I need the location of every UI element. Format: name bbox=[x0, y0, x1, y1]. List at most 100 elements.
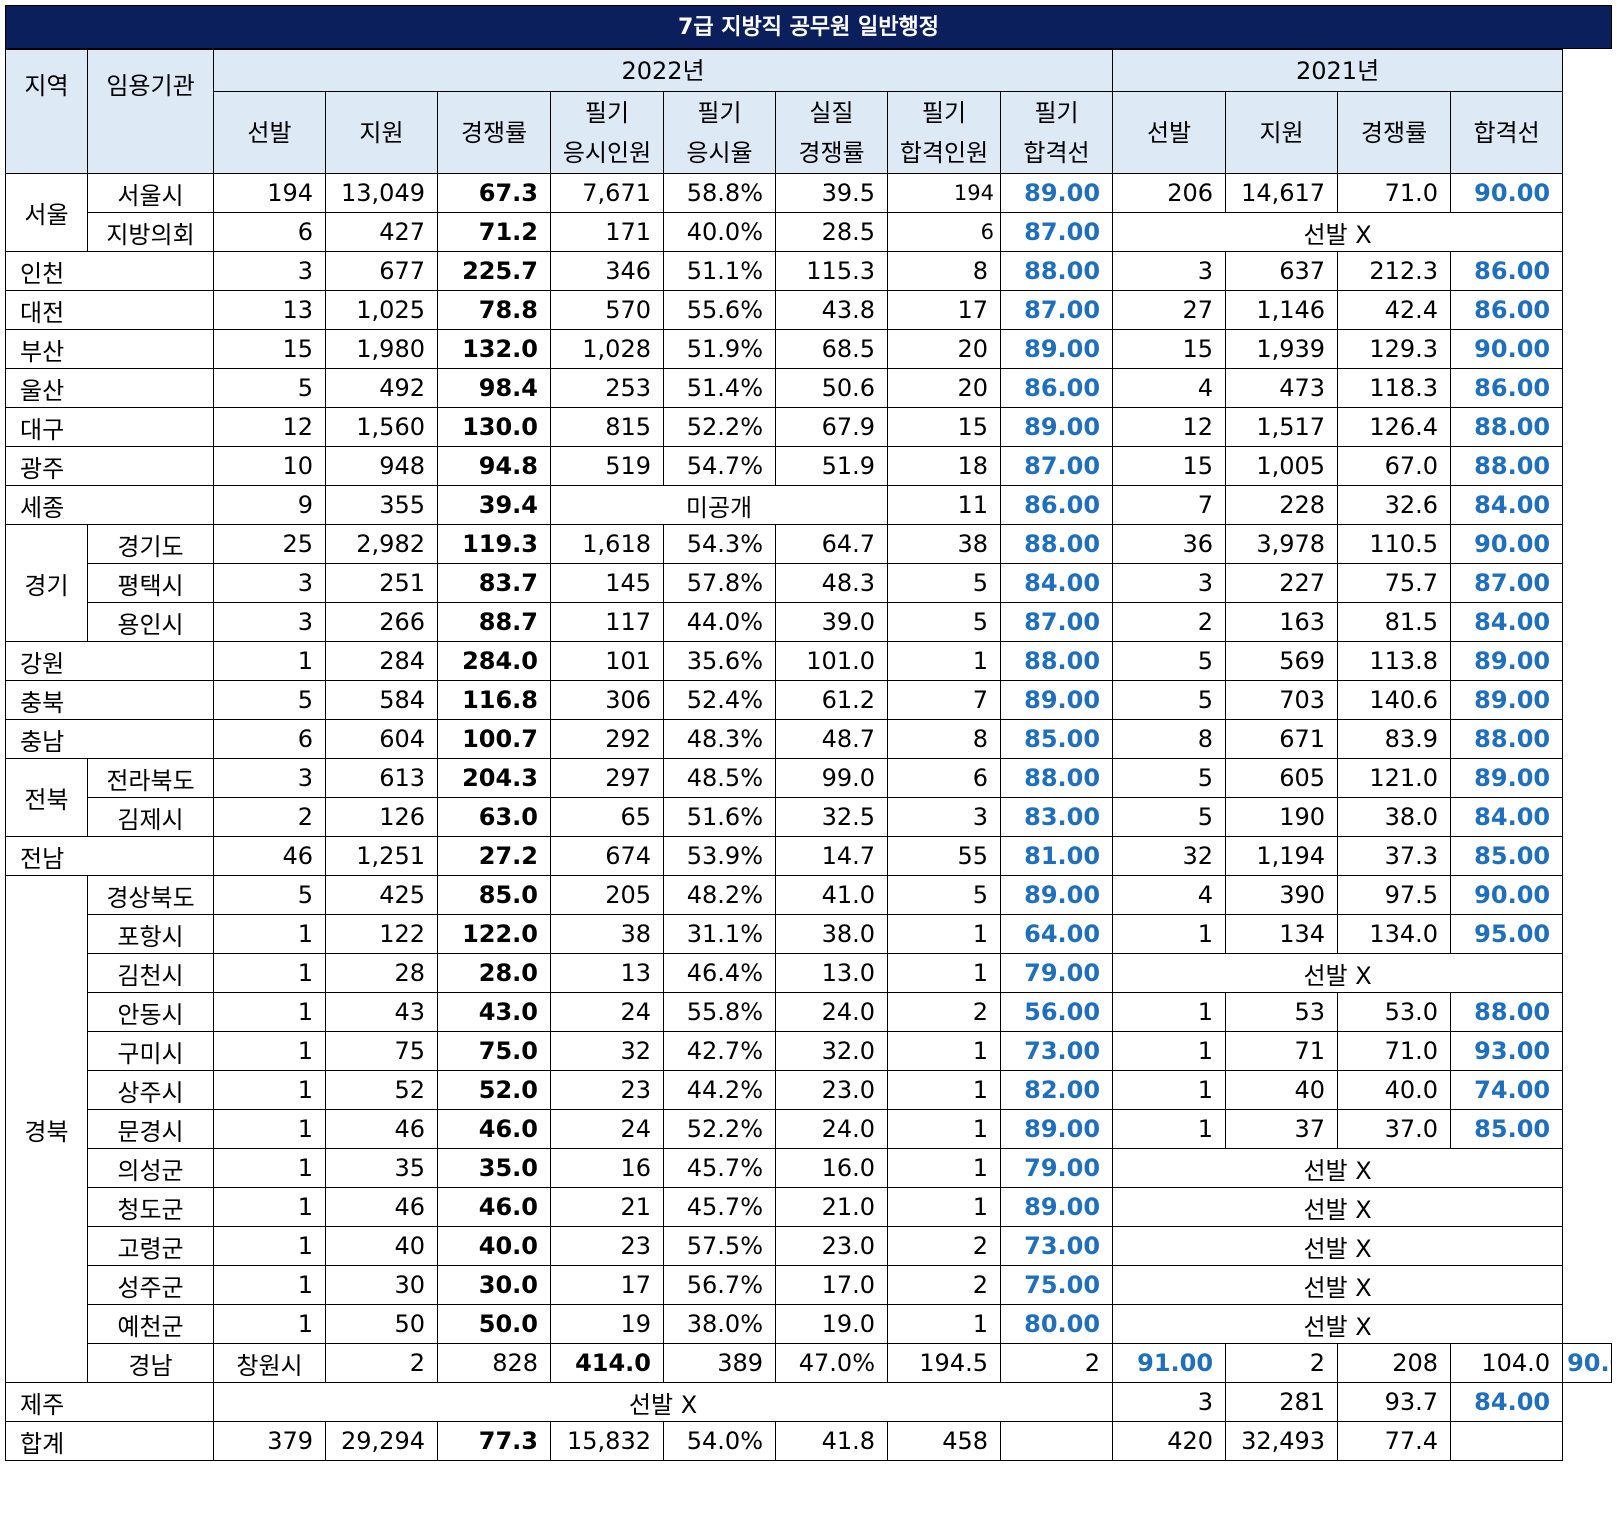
cut-score-cell: 88.00 bbox=[999, 251, 1114, 291]
ratio-cell: 225.7 bbox=[437, 251, 551, 291]
ratio-2021-cell: 104.0 bbox=[1450, 1343, 1564, 1383]
agency-cell: 안동시 bbox=[87, 992, 214, 1032]
rate-cell: 45.7% bbox=[663, 1148, 776, 1188]
ratio-2021-cell: 93.7 bbox=[1337, 1382, 1452, 1422]
pass-count-cell: 1 bbox=[887, 1109, 1001, 1149]
ratio-cell: 284.0 bbox=[437, 641, 551, 681]
pass-count-cell: 6 bbox=[887, 212, 1001, 252]
ratio-cell: 98.4 bbox=[437, 368, 551, 408]
apply-cell: 425 bbox=[325, 875, 438, 915]
cut-score-cell bbox=[999, 1421, 1114, 1461]
ratio-cell: 414.0 bbox=[550, 1343, 664, 1383]
rate-cell: 55.8% bbox=[663, 992, 776, 1032]
region-cell: 대전 bbox=[5, 290, 214, 330]
apply-cell: 584 bbox=[325, 680, 438, 720]
cut-score-2021-cell: 89.00 bbox=[1450, 680, 1564, 720]
table-row: 상주시 1 52 52.0 23 44.2% 23.0 1 82.00 1 40 40.0 74.00 bbox=[6, 1070, 1612, 1110]
region-cell: 울산 bbox=[5, 368, 214, 408]
apply-cell: 1,251 bbox=[325, 836, 438, 876]
ratio-2021-cell: 53.0 bbox=[1337, 992, 1452, 1032]
rate-cell: 51.9% bbox=[663, 329, 776, 369]
apply-2021-cell: 1,517 bbox=[1225, 407, 1339, 447]
agency-cell: 지방의회 bbox=[87, 212, 214, 252]
agency-cell: 창원시 bbox=[213, 1343, 326, 1383]
select-2021-cell: 5 bbox=[1112, 680, 1227, 720]
apply-2021-cell: 3,978 bbox=[1225, 524, 1339, 564]
apply-2021-cell: 208 bbox=[1337, 1343, 1452, 1383]
apply-2021-cell: 473 bbox=[1225, 368, 1339, 408]
apply-cell: 284 bbox=[325, 641, 438, 681]
select-2021-cell: 1 bbox=[1112, 914, 1227, 954]
real-ratio-cell: 32.5 bbox=[775, 797, 888, 837]
rate-cell: 54.7% bbox=[663, 446, 776, 486]
select-2021-cell: 8 bbox=[1112, 719, 1227, 759]
cut-score-cell: 88.00 bbox=[999, 524, 1114, 564]
cut-score-cell: 82.00 bbox=[999, 1070, 1114, 1110]
header-real-line2: 경쟁률 bbox=[798, 138, 865, 167]
rate-cell: 44.0% bbox=[663, 602, 776, 642]
header-real: 실질 경쟁률 bbox=[775, 91, 888, 174]
pass-count-cell: 8 bbox=[887, 251, 1001, 291]
select-2021-cell: 7 bbox=[1112, 485, 1227, 525]
ratio-2021-cell: 38.0 bbox=[1337, 797, 1452, 837]
select-2021-cell: 12 bbox=[1112, 407, 1227, 447]
agency-cell: 김천시 bbox=[87, 953, 214, 993]
takers-cell: 519 bbox=[550, 446, 664, 486]
rate-cell: 56.7% bbox=[663, 1265, 776, 1305]
pass-count-cell: 1 bbox=[887, 1031, 1001, 1071]
pass-count-cell: 1 bbox=[887, 914, 1001, 954]
header-rate-line2: 응시율 bbox=[686, 138, 753, 167]
select-2021-cell: 36 bbox=[1112, 524, 1227, 564]
apply-2021-cell: 40 bbox=[1225, 1070, 1339, 1110]
select-2021-cell: 420 bbox=[1112, 1421, 1227, 1461]
select-cell: 2 bbox=[325, 1343, 438, 1383]
no-selection-2021-cell: 선발 X bbox=[1112, 1148, 1564, 1188]
agency-cell: 포항시 bbox=[87, 914, 214, 954]
rate-cell: 40.0% bbox=[663, 212, 776, 252]
no-selection-2021-cell: 선발 X bbox=[1112, 1187, 1564, 1227]
pass-count-cell: 2 bbox=[999, 1343, 1114, 1383]
table-row: 강원 1 284 284.0 101 35.6% 101.0 1 88.00 5 569 113.8 8… bbox=[5, 641, 1612, 681]
agency-cell: 구미시 bbox=[87, 1031, 214, 1071]
agency-cell: 김제시 bbox=[87, 797, 214, 837]
real-ratio-cell: 101.0 bbox=[775, 641, 888, 681]
cut-score-2021-cell: 74.00 bbox=[1450, 1070, 1564, 1110]
region-cell: 인천 bbox=[5, 251, 214, 291]
select-cell: 3 bbox=[213, 251, 326, 291]
real-ratio-cell: 16.0 bbox=[775, 1148, 888, 1188]
takers-cell: 297 bbox=[550, 758, 664, 798]
rate-cell: 54.3% bbox=[663, 524, 776, 564]
pass-count-cell: 194 bbox=[887, 173, 1001, 213]
ratio-cell: 30.0 bbox=[437, 1265, 551, 1305]
rate-cell: 57.8% bbox=[663, 563, 776, 603]
ratio-cell: 63.0 bbox=[437, 797, 551, 837]
ratio-2021-cell: 129.3 bbox=[1337, 329, 1452, 369]
takers-cell: 38 bbox=[550, 914, 664, 954]
cut-score-2021-cell: 88.00 bbox=[1450, 719, 1564, 759]
ratio-cell: 94.8 bbox=[437, 446, 551, 486]
takers-cell: 16 bbox=[550, 1148, 664, 1188]
cut-score-2021-cell: 88.00 bbox=[1450, 446, 1564, 486]
select-cell: 1 bbox=[213, 914, 326, 954]
cut-score-cell: 85.00 bbox=[999, 719, 1114, 759]
apply-2021-cell: 1,194 bbox=[1225, 836, 1339, 876]
header-select: 선발 bbox=[213, 91, 326, 174]
table-row: 경기 경기도 25 2,982 119.3 1,618 54.3% 64.7 38 88.00 36… bbox=[5, 524, 1612, 642]
takers-cell: 346 bbox=[550, 251, 664, 291]
ratio-2021-cell: 110.5 bbox=[1337, 524, 1452, 564]
rate-cell: 38.0% bbox=[663, 1304, 776, 1344]
select-2021-cell: 5 bbox=[1112, 641, 1227, 681]
select-2021-cell: 1 bbox=[1112, 1031, 1227, 1071]
no-selection-2021-cell: 선발 X bbox=[1112, 212, 1564, 252]
ratio-2021-cell: 83.9 bbox=[1337, 719, 1452, 759]
cut-score-cell: 87.00 bbox=[999, 446, 1114, 486]
cut-score-cell: 79.00 bbox=[999, 953, 1114, 993]
apply-cell: 355 bbox=[325, 485, 438, 525]
real-ratio-cell: 194.5 bbox=[887, 1343, 1001, 1383]
real-ratio-cell: 67.9 bbox=[775, 407, 888, 447]
table-row: 용인시 3 266 88.7 117 44.0% 39.0 5 87.00 2 163 81.5 84.… bbox=[6, 602, 1612, 642]
ratio-cell: 46.0 bbox=[437, 1109, 551, 1149]
select-cell: 9 bbox=[213, 485, 326, 525]
pass-count-cell: 3 bbox=[887, 797, 1001, 837]
select-2021-cell: 15 bbox=[1112, 446, 1227, 486]
